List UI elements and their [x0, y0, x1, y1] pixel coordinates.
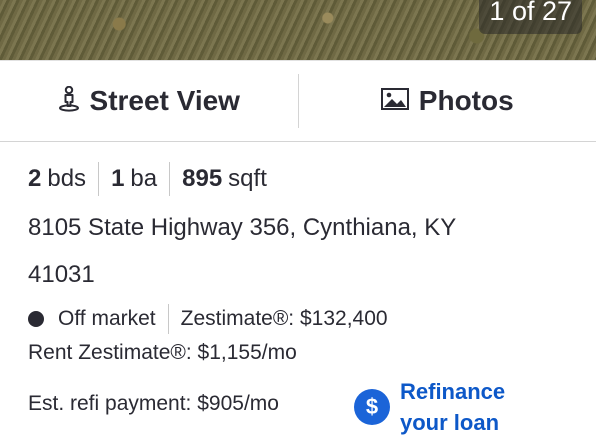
refinance-link-line1: Refinance	[400, 379, 506, 404]
fact-divider	[98, 162, 100, 196]
status-dot-icon	[28, 311, 44, 327]
rent-zestimate: Rent Zestimate®: $1,155/mo	[28, 341, 297, 364]
photo-counter: 1 of 27	[479, 0, 582, 34]
street-view-label: Street View	[89, 85, 240, 116]
status-divider	[167, 304, 169, 334]
fact-divider	[169, 162, 171, 196]
photos-label: Photos	[418, 85, 514, 116]
listing-details: 2 bds 1 ba 895 sqft 8105 State Highway 356,…	[28, 160, 588, 368]
refinance-link-line2: your loan	[400, 410, 500, 435]
address: 8105 State Highway 356, Cynthiana, KY 41…	[28, 204, 588, 298]
view-tabs: Street View Photos	[0, 60, 596, 142]
sqft-value: 895	[182, 165, 223, 192]
address-line1: 8105 State Highway 356, Cynthiana, KY	[28, 214, 457, 241]
photos-icon	[380, 87, 409, 115]
refinance-link[interactable]: $ Refinance your loan	[354, 376, 530, 438]
refinance-link-label: Refinance your loan	[400, 376, 530, 438]
street-view-button[interactable]: Street View	[0, 61, 298, 141]
refinance-row: Est. refi payment: $905/mo $ Refinance y…	[28, 372, 588, 442]
status-line: Off market Zestimate®: $132,400	[28, 302, 588, 336]
beds-value: 2	[28, 165, 42, 192]
baths-fact: 1 ba	[111, 165, 157, 193]
baths-unit: ba	[130, 165, 158, 192]
address-line2: 41031	[28, 261, 95, 288]
photos-button[interactable]: Photos	[299, 61, 596, 141]
beds-fact: 2 bds	[28, 165, 86, 193]
beds-unit: bds	[47, 165, 87, 192]
est-refi-payment: Est. refi payment: $905/mo	[28, 392, 279, 415]
street-view-person-icon	[58, 85, 80, 117]
sqft-fact: 895 sqft	[182, 165, 267, 193]
dollar-icon: $	[354, 389, 390, 425]
zestimate: Zestimate®: $132,400	[180, 307, 388, 330]
market-status: Off market	[58, 307, 156, 330]
home-facts: 2 bds 1 ba 895 sqft	[28, 160, 588, 198]
listing-photo[interactable]: 1 of 27	[0, 0, 596, 60]
sqft-unit: sqft	[228, 165, 267, 192]
baths-value: 1	[111, 165, 125, 192]
